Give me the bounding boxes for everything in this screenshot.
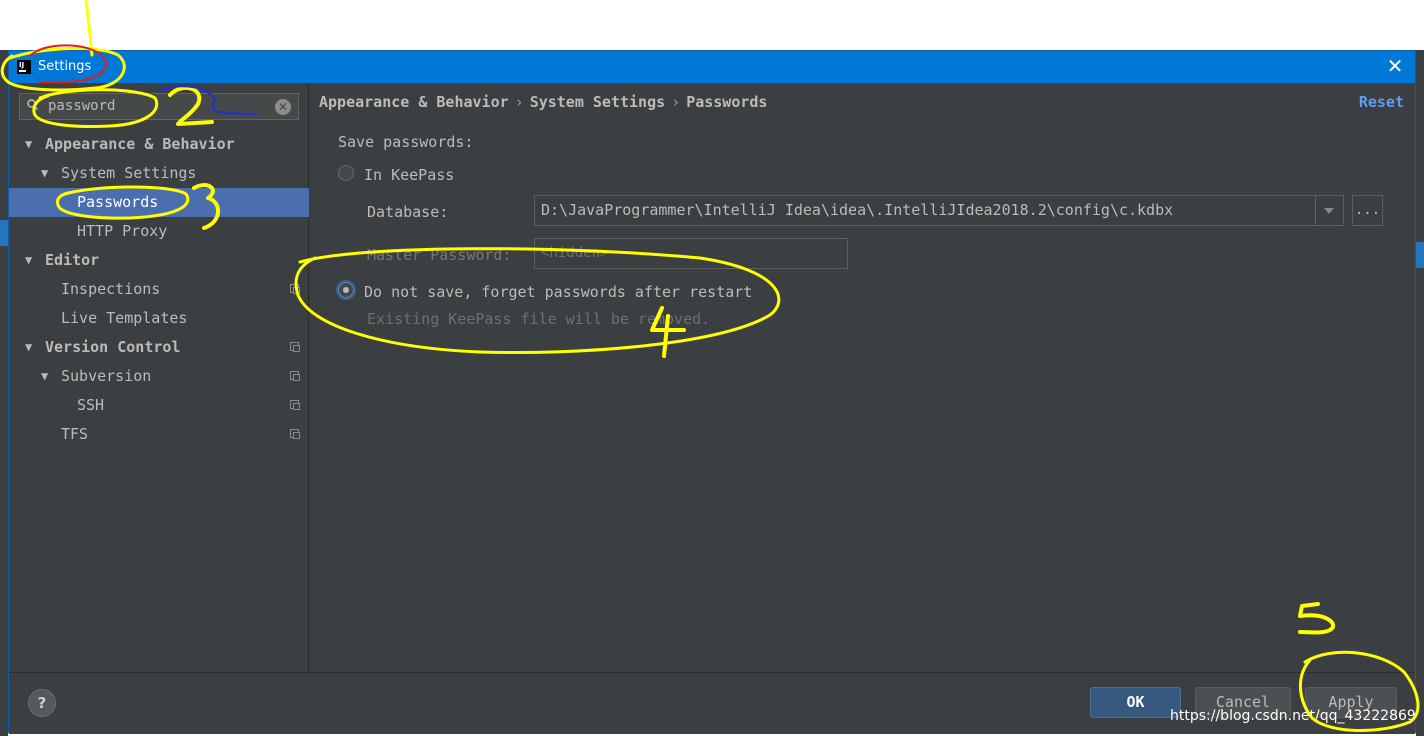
tree-item-label: System Settings: [61, 164, 197, 182]
project-settings-icon: [290, 400, 300, 410]
radio-do-not-save-label[interactable]: Do not save, forget passwords after rest…: [364, 283, 752, 301]
chevron-down-icon[interactable]: [1315, 196, 1343, 225]
project-settings-icon: [290, 342, 300, 352]
project-settings-icon: [290, 284, 300, 294]
tree-item-live-templates[interactable]: Live Templates: [9, 304, 309, 333]
master-password-field[interactable]: <hidden>: [534, 238, 848, 269]
tree-item-http-proxy[interactable]: HTTP Proxy: [9, 217, 309, 246]
clear-search-icon[interactable]: ✕: [275, 99, 291, 115]
tree-item-label: HTTP Proxy: [77, 222, 168, 240]
tree-item-ssh[interactable]: SSH: [9, 391, 309, 420]
tree-item-system-settings[interactable]: ▼ System Settings: [9, 159, 309, 188]
tree-item-label: Passwords: [77, 193, 159, 211]
breadcrumb-item: Passwords: [686, 93, 768, 111]
database-path-value: D:\JavaProgrammer\IntelliJ Idea\idea\.In…: [541, 201, 1174, 219]
tree-item-label: TFS: [61, 425, 89, 443]
project-settings-icon: [290, 371, 300, 381]
search-icon: [27, 99, 38, 110]
tree-item-version-control[interactable]: ▼ Version Control: [9, 333, 309, 362]
tree-item-subversion[interactable]: ▼ Subversion: [9, 362, 309, 391]
tree-item-label: SSH: [77, 396, 105, 414]
expand-arrow-icon[interactable]: ▼: [25, 130, 32, 159]
tree-item-label: Version Control: [45, 338, 181, 356]
breadcrumb-separator-icon: ›: [671, 93, 681, 111]
breadcrumb: Appearance & Behavior › System Settings › Pa…: [319, 93, 767, 111]
browse-button[interactable]: ...: [1352, 195, 1383, 226]
breadcrumb-separator-icon: ›: [514, 93, 524, 111]
tree-item-label: Appearance & Behavior: [45, 135, 235, 153]
settings-content: Appearance & Behavior › System Settings › Pa…: [309, 83, 1415, 672]
breadcrumb-item: Appearance & Behavior: [319, 93, 509, 111]
window-title: Settings: [38, 59, 92, 74]
help-icon[interactable]: ?: [28, 689, 56, 717]
background-app-left: [0, 50, 8, 736]
database-path-combobox[interactable]: D:\JavaProgrammer\IntelliJ Idea\idea\.In…: [534, 195, 1344, 226]
ok-button[interactable]: OK: [1090, 687, 1181, 718]
tree-item-label: Inspections: [61, 280, 161, 298]
breadcrumb-item: System Settings: [529, 93, 666, 111]
keepass-removal-hint: Existing KeePass file will be removed.: [367, 310, 711, 328]
tree-item-appearance-behavior[interactable]: ▼ Appearance & Behavior: [9, 130, 309, 159]
expand-arrow-icon[interactable]: ▼: [41, 159, 48, 188]
settings-sidebar: ✕ ▼ Appearance & Behavior ▼ System Setti…: [9, 83, 309, 672]
expand-arrow-icon[interactable]: ▼: [25, 246, 32, 275]
database-label: Database:: [367, 203, 449, 221]
expand-arrow-icon[interactable]: ▼: [25, 333, 32, 362]
settings-dialog: IJ Settings ✕ ✕ ▼ Appearance & Behavior …: [8, 50, 1416, 734]
radio-in-keepass[interactable]: [338, 165, 354, 181]
tree-item-label: Live Templates: [61, 309, 188, 327]
search-box[interactable]: ✕: [19, 93, 299, 120]
annotation-pointer-line: [84, 0, 94, 57]
title-bar: IJ Settings ✕: [9, 51, 1415, 83]
project-settings-icon: [290, 429, 300, 439]
expand-arrow-icon[interactable]: ▼: [41, 362, 48, 391]
save-passwords-label: Save passwords:: [338, 133, 474, 151]
background-app-right: [1416, 50, 1424, 736]
tree-item-inspections[interactable]: Inspections: [9, 275, 309, 304]
intellij-logo-icon: IJ: [17, 60, 31, 74]
master-password-label: Master Password:: [367, 246, 512, 264]
close-icon[interactable]: ✕: [1383, 55, 1407, 77]
reset-link[interactable]: Reset: [1359, 93, 1404, 111]
dialog-footer: ? OK Cancel Apply: [9, 672, 1415, 734]
radio-do-not-save[interactable]: [338, 282, 354, 298]
tree-item-passwords[interactable]: Passwords: [9, 188, 309, 217]
tree-item-editor[interactable]: ▼ Editor: [9, 246, 309, 275]
radio-in-keepass-label[interactable]: In KeePass: [364, 166, 454, 184]
settings-tree: ▼ Appearance & Behavior ▼ System Setting…: [9, 130, 309, 449]
tree-item-label: Subversion: [61, 367, 152, 385]
tree-item-tfs[interactable]: TFS: [9, 420, 309, 449]
search-input[interactable]: [48, 96, 258, 116]
tree-item-label: Editor: [45, 251, 100, 269]
watermark: https://blog.csdn.net/qq_43222869: [1170, 708, 1416, 724]
